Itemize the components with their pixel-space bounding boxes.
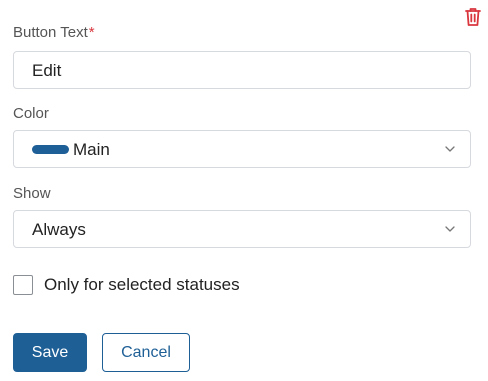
button-text-label-text: Button Text — [13, 24, 88, 41]
chevron-down-icon — [445, 146, 455, 152]
button-text-input[interactable]: Edit — [13, 51, 471, 89]
show-label: Show — [13, 185, 51, 202]
save-button[interactable]: Save — [13, 333, 87, 372]
color-select[interactable]: Main — [13, 130, 471, 168]
color-swatch — [32, 145, 69, 154]
trash-icon[interactable] — [462, 6, 484, 28]
only-selected-statuses-checkbox[interactable] — [13, 275, 33, 295]
only-selected-statuses-label[interactable]: Only for selected statuses — [44, 275, 240, 295]
color-select-value: Main — [73, 140, 110, 159]
button-text-value: Edit — [32, 61, 62, 80]
color-label: Color — [13, 105, 49, 122]
chevron-down-icon — [445, 226, 455, 232]
show-select-value: Always — [32, 220, 86, 239]
cancel-button[interactable]: Cancel — [102, 333, 190, 372]
required-asterisk: * — [88, 24, 95, 41]
button-text-label: Button Text* — [13, 24, 95, 41]
show-select[interactable]: Always — [13, 210, 471, 248]
